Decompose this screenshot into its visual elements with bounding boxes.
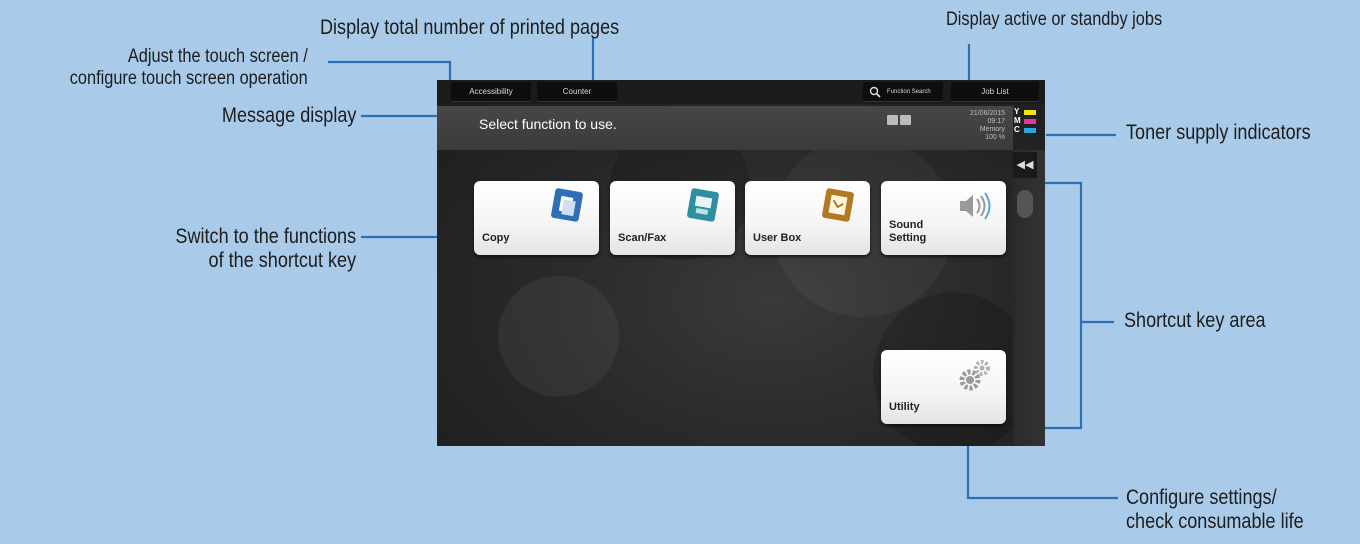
collapse-panel-button[interactable]: ◀◀: [1013, 152, 1037, 178]
callout-configure-line1: Configure settings/: [1126, 486, 1277, 509]
user-box-label: User Box: [753, 232, 802, 244]
user-box-shortcut-key[interactable]: User Box: [745, 181, 870, 255]
callout-total-pages: Display total number of printed pages: [320, 16, 620, 39]
lock-icon: [887, 115, 898, 125]
search-icon: [869, 86, 881, 98]
accessibility-button[interactable]: Accessibility: [451, 82, 531, 102]
datetime-memory: 21/06/2015 09:17 Memory 100 %: [970, 110, 1005, 142]
callout-toner: Toner supply indicators: [1126, 121, 1311, 144]
gear-icon: [959, 360, 990, 391]
touch-screen: Accessibility Counter Function Search Jo…: [437, 80, 1045, 446]
scroll-handle[interactable]: [1017, 190, 1033, 218]
function-search-button[interactable]: Function Search: [863, 82, 943, 102]
sound-setting-line2: Setting: [889, 232, 927, 244]
toner-cyan-bar: [1024, 128, 1036, 133]
job-list-button[interactable]: Job List: [951, 82, 1039, 102]
utility-shortcut-key[interactable]: Utility: [881, 350, 1006, 424]
callout-adjust-touch-screen: Adjust the touch screen / configure touc…: [70, 46, 308, 90]
side-panel: ◀◀: [1013, 150, 1045, 446]
utility-label: Utility: [889, 401, 920, 413]
date-text: 21/06/2015: [969, 110, 1005, 117]
callout-message-display: Message display: [221, 104, 356, 127]
callout-switch-functions: Switch to the functions of the shortcut …: [175, 225, 356, 273]
callout-configure-line2: check consumable life: [1126, 510, 1304, 533]
sound-setting-label: Sound Setting: [889, 219, 926, 245]
callout-switch-line1: Switch to the functions: [175, 225, 356, 248]
callout-active-jobs: Display active or standby jobs: [946, 9, 1163, 30]
callout-adjust-line2: configure touch screen operation: [70, 68, 308, 89]
toner-indicators: Y M C: [1013, 107, 1039, 135]
status-icons: [887, 112, 913, 130]
function-search-label: Function Search: [887, 89, 931, 95]
scan-fax-shortcut-key[interactable]: Scan/Fax: [610, 181, 735, 255]
sound-setting-line1: Sound: [889, 219, 924, 231]
memory-value: 100 %: [985, 134, 1005, 141]
toner-yellow-bar: [1024, 110, 1036, 115]
copy-label: Copy: [482, 232, 510, 244]
callout-shortcut-area: Shortcut key area: [1124, 309, 1266, 332]
message-display: Select function to use.: [479, 116, 617, 132]
speaker-icon: [960, 192, 991, 220]
copy-icon: [551, 188, 583, 222]
toner-cyan: C: [1013, 125, 1039, 135]
scan-fax-icon: [687, 188, 719, 222]
memory-label: Memory: [979, 126, 1005, 133]
message-bar: Select function to use. 21/06/2015 09:17…: [437, 106, 1013, 150]
user-box-icon: [822, 188, 854, 222]
time-text: 09:17: [987, 118, 1005, 125]
toner-magenta-bar: [1024, 119, 1036, 124]
callout-adjust-line1: Adjust the touch screen /: [128, 46, 308, 67]
counter-button[interactable]: Counter: [537, 82, 617, 102]
sound-setting-shortcut-key[interactable]: Sound Setting: [881, 181, 1006, 255]
info-icon: [900, 115, 911, 125]
callout-configure-settings: Configure settings/ check consumable lif…: [1126, 486, 1304, 534]
copy-shortcut-key[interactable]: Copy: [474, 181, 599, 255]
scan-fax-label: Scan/Fax: [618, 232, 667, 244]
top-bar: Accessibility Counter Function Search Jo…: [437, 80, 1045, 104]
callout-switch-line2: of the shortcut key: [208, 249, 356, 272]
